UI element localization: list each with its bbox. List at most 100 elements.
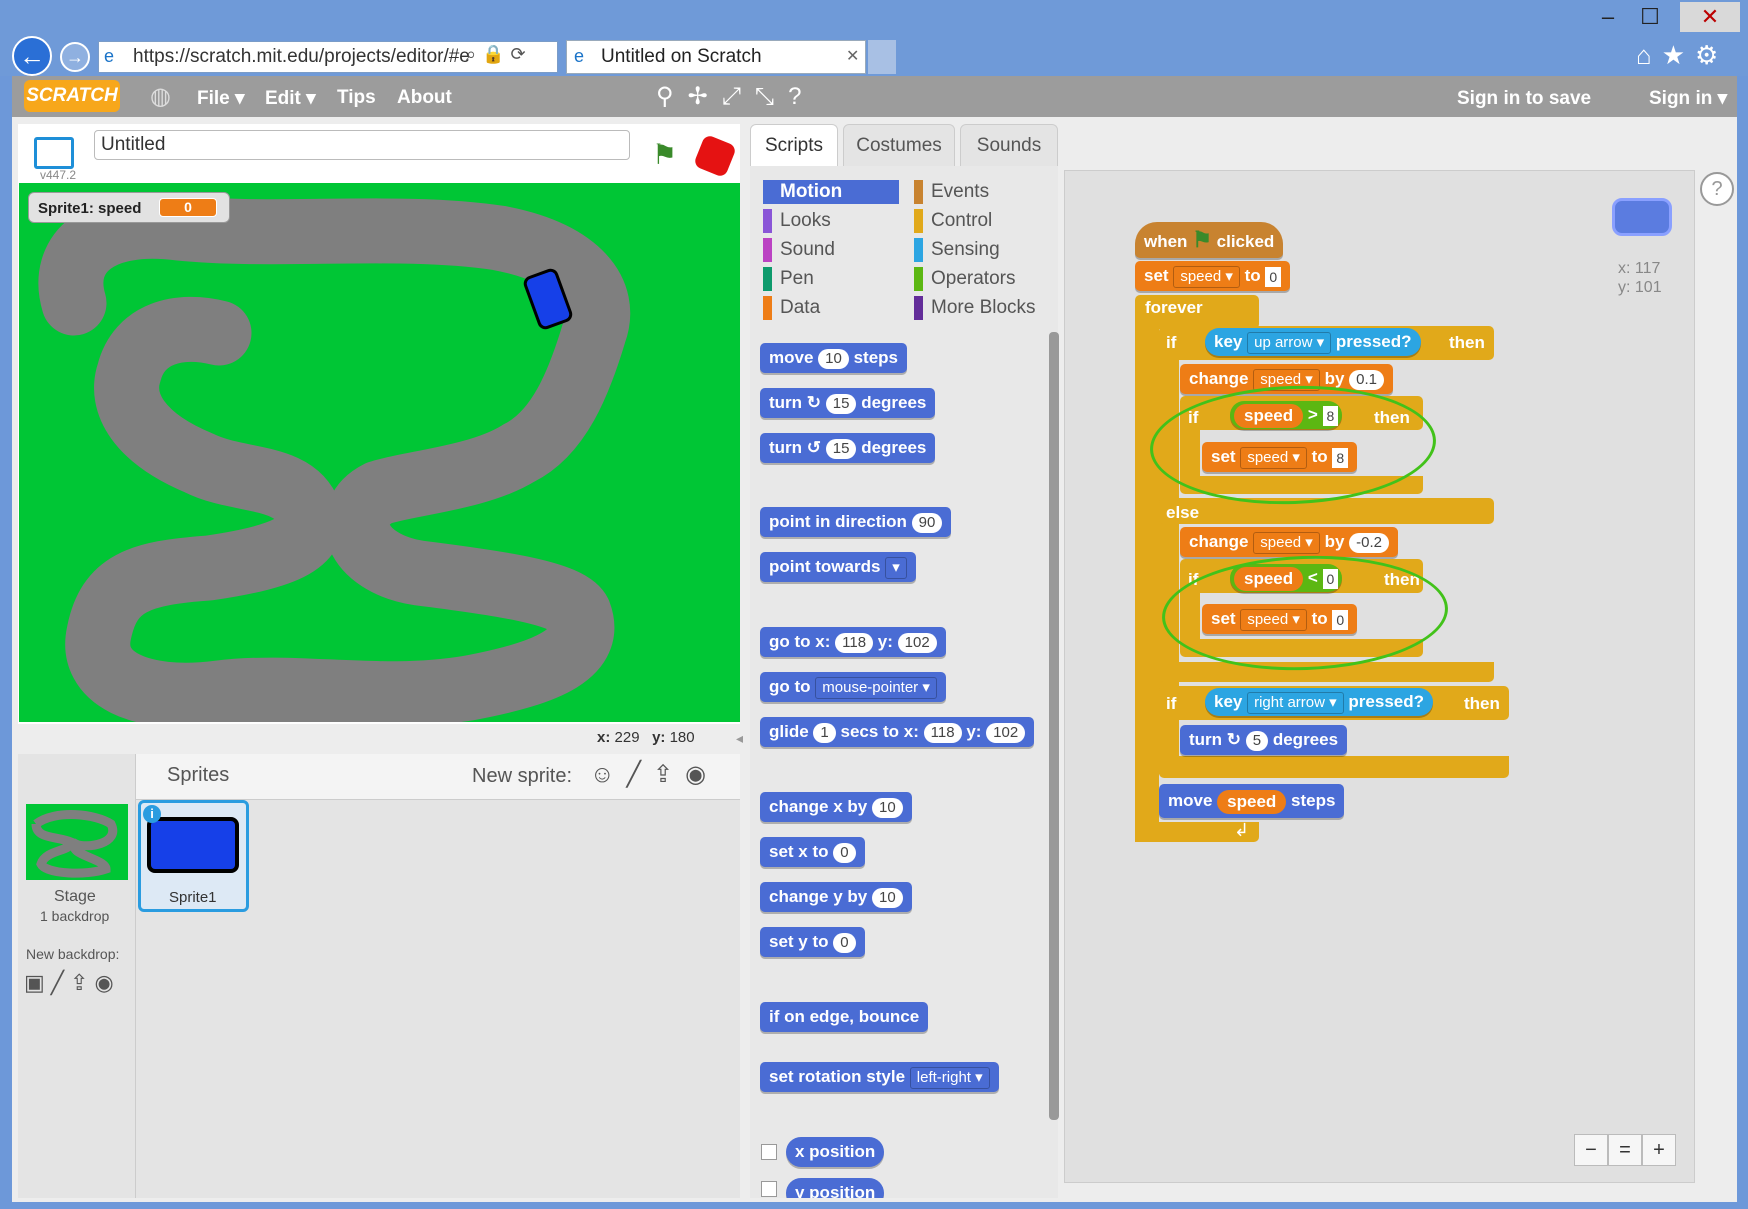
block-input[interactable]: 0 (833, 932, 856, 953)
category-more-blocks[interactable]: More Blocks (914, 296, 1050, 320)
green-flag-icon[interactable]: ⚑ (652, 138, 677, 171)
x-position-checkbox[interactable] (761, 1144, 777, 1160)
zoom-in-icon[interactable]: + (1642, 1134, 1676, 1166)
palette-move-block[interactable]: move 10 steps (760, 343, 907, 373)
tab-costumes[interactable]: Costumes (843, 124, 955, 166)
dropdown[interactable]: up arrow ▾ (1247, 331, 1332, 354)
palette-turn-right-block[interactable]: turn ↻ 15 degrees (760, 388, 936, 418)
dropdown[interactable]: speed ▾ (1253, 531, 1320, 554)
menu-file[interactable]: File ▾ (197, 87, 245, 110)
help-icon[interactable]: ? (1700, 172, 1734, 206)
palette-turn-left-block[interactable]: turn ↺ 15 degrees (760, 433, 936, 463)
block-input[interactable]: 5 (1245, 730, 1269, 751)
palette-clipped-row: y position (758, 1178, 1058, 1198)
browser-tab[interactable]: Untitled on Scratch (566, 40, 866, 74)
category-data[interactable]: Data (763, 296, 899, 320)
zoom-reset-icon[interactable]: = (1608, 1134, 1642, 1166)
cursor-tools-icons[interactable]: ⚲✢⤢⤡? (656, 82, 815, 111)
category-sensing[interactable]: Sensing (914, 238, 1050, 262)
block-input[interactable]: 0 (833, 842, 856, 863)
block-input[interactable]: -0.2 (1349, 532, 1390, 553)
close-window-icon[interactable]: ✕ (1680, 2, 1740, 32)
category-operators[interactable]: Operators (914, 267, 1050, 291)
category-motion[interactable]: Motion (763, 180, 899, 204)
stage-thumbnail[interactable] (26, 804, 128, 880)
palette-goto-xy-block[interactable]: go to x: 118 y: 102 (760, 627, 946, 657)
palette-set-x-block[interactable]: set x to 0 (760, 837, 865, 867)
palette-change-y-block[interactable]: change y by 10 (760, 882, 912, 912)
key-pressed-up-reporter[interactable]: key up arrow ▾ pressed? (1205, 328, 1421, 356)
zoom-out-icon[interactable]: − (1574, 1134, 1608, 1166)
turn-5-degrees-block[interactable]: turn ↻ 5 degrees (1180, 725, 1348, 755)
block-input[interactable]: 10 (872, 887, 903, 908)
palette-point-direction-block[interactable]: point in direction 90 (760, 507, 952, 537)
block-input[interactable]: 15 (825, 393, 857, 414)
y-position-checkbox[interactable] (761, 1181, 777, 1197)
sprite1-thumbnail[interactable]: i Sprite1 (138, 800, 249, 912)
category-sound[interactable]: Sound (763, 238, 899, 262)
palette-goto-block[interactable]: go to mouse-pointer ▾ (760, 672, 946, 702)
block-input[interactable]: 0.1 (1349, 369, 1385, 390)
block-input[interactable]: 15 (825, 438, 857, 459)
palette-set-y-block[interactable]: set y to 0 (760, 927, 865, 957)
collapse-stage-icon[interactable]: ◂ (736, 730, 743, 747)
maximize-icon[interactable]: ☐ (1630, 2, 1670, 32)
tab-sounds[interactable]: Sounds (960, 124, 1058, 166)
palette-scrollbar[interactable] (1049, 332, 1059, 1120)
back-icon[interactable]: ← (12, 36, 52, 76)
palette-change-x-block[interactable]: change x by 10 (760, 792, 912, 822)
scratch-logo[interactable]: SCRATCH (24, 80, 120, 112)
block-input[interactable]: 118 (923, 722, 962, 743)
palette-point-towards-block[interactable]: point towards ▾ (760, 552, 916, 582)
project-title-input[interactable]: Untitled (94, 130, 630, 160)
palette-glide-block[interactable]: glide 1 secs to x: 118 y: 102 (760, 717, 1035, 747)
move-speed-steps-block[interactable]: move speed steps (1159, 784, 1345, 818)
close-tab-icon[interactable]: ✕ (846, 46, 859, 66)
stage-canvas[interactable] (19, 183, 740, 722)
palette-y-position-reporter[interactable]: y position (786, 1178, 885, 1198)
when-flag-clicked-hat[interactable]: when ⚑ clicked (1135, 222, 1284, 258)
palette-bounce-block[interactable]: if on edge, bounce (760, 1002, 929, 1032)
key-pressed-right-reporter[interactable]: key right arrow ▾ pressed? (1205, 688, 1433, 716)
fullscreen-icon[interactable] (34, 137, 74, 169)
address-actions-icon[interactable]: ⌕🔒⟳ (466, 44, 532, 65)
variable-monitor[interactable]: Sprite1: speed 0 (28, 192, 230, 223)
dropdown[interactable]: ▾ (885, 556, 907, 579)
change-speed-dec-block[interactable]: change speed ▾ by -0.2 (1180, 527, 1399, 557)
dropdown[interactable]: right arrow ▾ (1247, 691, 1344, 714)
menu-about[interactable]: About (397, 87, 452, 109)
block-input[interactable]: 102 (897, 632, 937, 653)
category-control[interactable]: Control (914, 209, 1050, 233)
block-input[interactable]: 118 (835, 632, 874, 653)
block-input[interactable]: 1 (813, 722, 836, 743)
speed-reporter[interactable]: speed (1217, 789, 1287, 814)
forward-icon[interactable]: → (60, 42, 90, 72)
tab-scripts[interactable]: Scripts (750, 124, 838, 166)
block-text: turn (769, 393, 803, 412)
category-pen[interactable]: Pen (763, 267, 899, 291)
category-looks[interactable]: Looks (763, 209, 899, 233)
dropdown[interactable]: left-right ▾ (909, 1066, 990, 1089)
dropdown[interactable]: speed ▾ (1173, 265, 1240, 288)
new-tab-button[interactable] (868, 40, 896, 74)
home-star-gear-icons[interactable]: ⌂★⚙ (1636, 40, 1728, 71)
sign-in-menu[interactable]: Sign in ▾ (1649, 87, 1727, 110)
set-speed-0-block[interactable]: set speed ▾ to 0 (1135, 261, 1291, 291)
category-events[interactable]: Events (914, 180, 1050, 204)
minimize-icon[interactable]: – (1588, 2, 1628, 32)
globe-icon[interactable]: ◍ (150, 82, 171, 111)
menu-tips[interactable]: Tips (337, 87, 376, 109)
palette-rotation-style-block[interactable]: set rotation style left-right ▾ (760, 1062, 999, 1092)
menu-edit[interactable]: Edit ▾ (265, 87, 316, 110)
info-icon[interactable]: i (143, 805, 161, 823)
block-input[interactable]: 10 (818, 348, 849, 369)
block-input[interactable]: 10 (872, 797, 903, 818)
palette-x-position-reporter[interactable]: x position (786, 1137, 885, 1167)
block-input[interactable]: 0 (1265, 266, 1282, 287)
sign-in-to-save[interactable]: Sign in to save (1457, 88, 1591, 110)
new-backdrop-icons[interactable]: ▣╱⇪◉ (24, 970, 120, 996)
block-input[interactable]: 90 (911, 512, 943, 533)
new-sprite-icons[interactable]: ☺╱⇪◉ (590, 760, 718, 789)
dropdown[interactable]: mouse-pointer ▾ (815, 676, 937, 699)
block-input[interactable]: 102 (986, 722, 1026, 743)
